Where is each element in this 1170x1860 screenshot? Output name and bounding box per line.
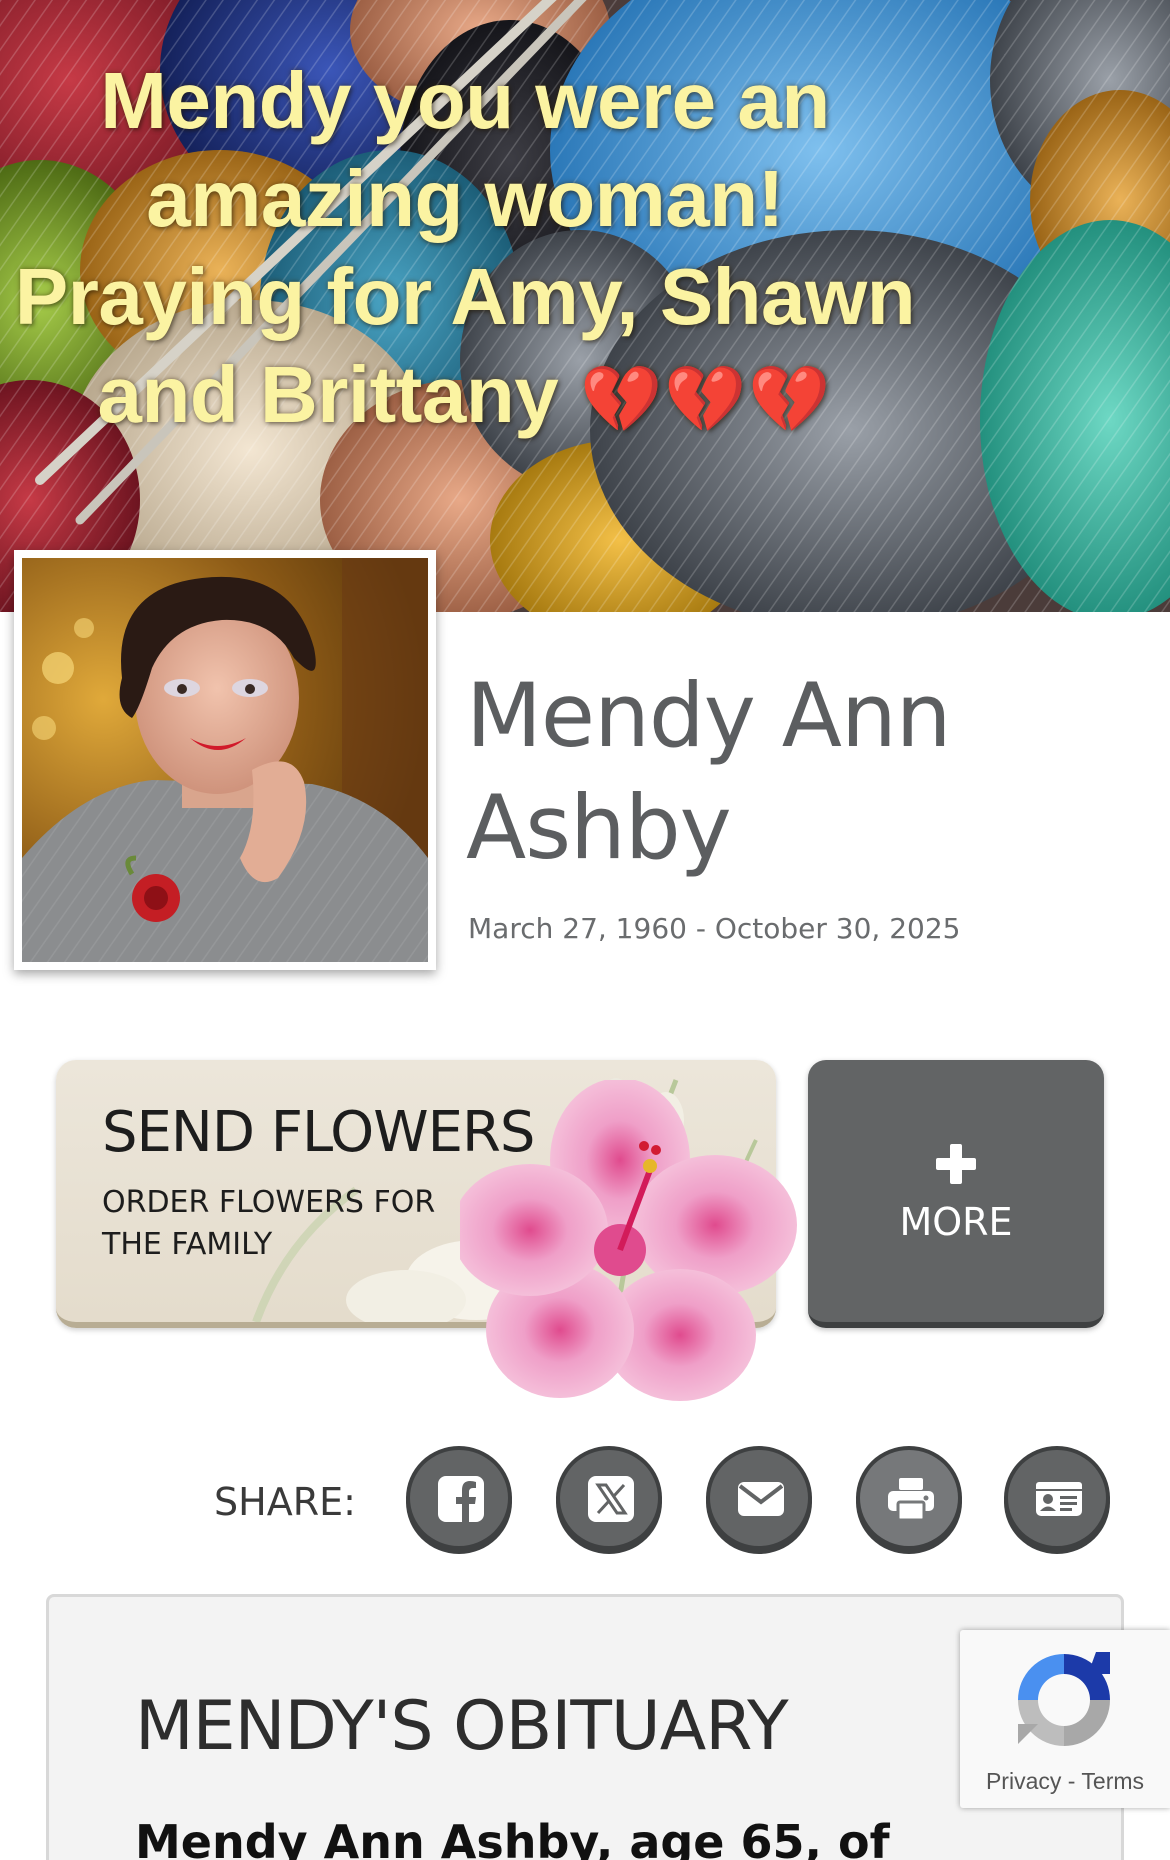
broken-heart-emojis: 💔💔💔 [579, 362, 833, 436]
more-button[interactable]: MORE [808, 1060, 1104, 1328]
share-x-button[interactable] [556, 1446, 662, 1550]
cover-image: Mendy you were an amazing woman! Praying… [0, 0, 1170, 612]
obituary-page: Mendy you were an amazing woman! Praying… [0, 0, 1170, 1860]
send-flowers-button[interactable]: SEND FLOWERS ORDER FLOWERS FOR THE FAMIL… [56, 1060, 797, 1401]
recaptcha-links: Privacy - Terms [960, 1768, 1170, 1795]
x-icon [588, 1476, 634, 1522]
terms-link[interactable]: Terms [1081, 1768, 1144, 1794]
print-icon [888, 1478, 934, 1522]
link-separator: - [1061, 1768, 1082, 1794]
print-button[interactable] [856, 1446, 962, 1550]
deceased-name: Mendy Ann Ashby [466, 664, 952, 879]
email-icon [738, 1482, 784, 1516]
share-label: SHARE: [214, 1480, 356, 1524]
more-label: MORE [899, 1200, 1013, 1244]
life-dates: March 27, 1960 - October 30, 2025 [468, 912, 961, 945]
privacy-link[interactable]: Privacy [986, 1768, 1061, 1794]
plus-icon [936, 1144, 976, 1184]
recaptcha-logo-icon [1018, 1652, 1110, 1746]
facebook-icon [438, 1476, 484, 1522]
contact-card-icon [1036, 1482, 1082, 1516]
profile-photo [14, 550, 436, 970]
tribute-message: Mendy you were an amazing woman! Praying… [0, 52, 930, 448]
portrait-image [22, 558, 428, 962]
share-email-button[interactable] [706, 1446, 812, 1550]
obituary-heading: MENDY'S OBITUARY [135, 1687, 789, 1766]
send-flowers-title: SEND FLOWERS [102, 1100, 535, 1165]
share-facebook-button[interactable] [406, 1446, 512, 1550]
obituary-text: Mendy Ann Ashby, age 65, of [135, 1815, 890, 1860]
send-flowers-subtitle: ORDER FLOWERS FOR THE FAMILY [102, 1185, 436, 1262]
recaptcha-badge[interactable]: Privacy - Terms [960, 1630, 1170, 1808]
contact-card-button[interactable] [1004, 1446, 1110, 1550]
